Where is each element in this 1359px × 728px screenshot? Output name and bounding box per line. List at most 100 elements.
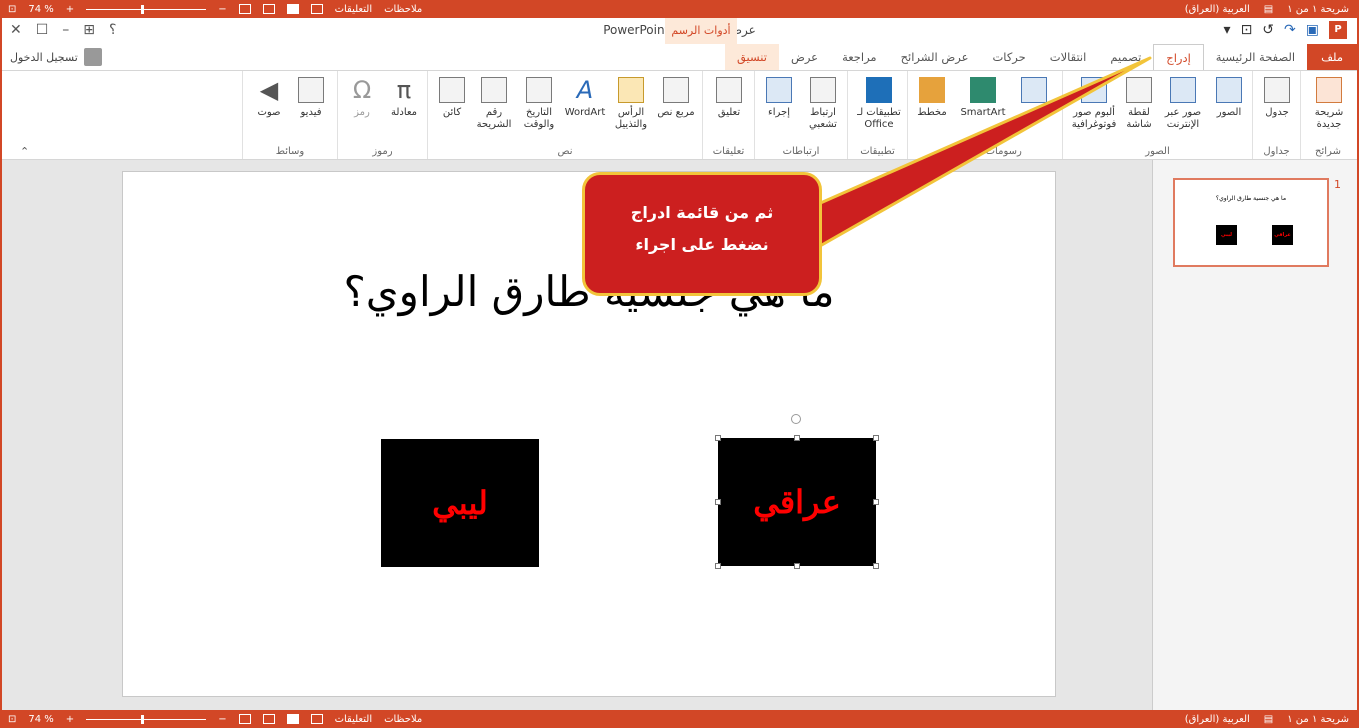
rotate-handle[interactable] bbox=[791, 414, 801, 424]
zoom-level[interactable]: 74 % bbox=[28, 714, 53, 725]
shapes-icon bbox=[1021, 77, 1047, 103]
tab-slideshow[interactable]: عرض الشرائح bbox=[889, 44, 981, 70]
zoom-slider[interactable] bbox=[86, 714, 207, 724]
collapse-ribbon-icon[interactable]: ⌃ bbox=[20, 145, 29, 158]
hyperlink-icon bbox=[810, 77, 836, 103]
zoom-out-icon[interactable]: − bbox=[218, 4, 226, 15]
resize-handle[interactable] bbox=[873, 563, 879, 569]
normal-view-icon[interactable] bbox=[310, 714, 323, 724]
video-icon bbox=[298, 77, 324, 103]
save-icon[interactable]: ▣ bbox=[1306, 22, 1319, 38]
fit-slide-icon[interactable]: ⊡ bbox=[8, 714, 16, 725]
office-store-icon bbox=[866, 77, 892, 103]
fit-slide-icon[interactable]: ⊡ bbox=[8, 4, 16, 15]
answer-box-libyan[interactable]: ليبي bbox=[381, 439, 539, 567]
slide-counter: شريحة ١ من ١ bbox=[1287, 713, 1349, 725]
symbol-button[interactable]: Ω رمز bbox=[342, 77, 382, 119]
tab-file[interactable]: ملف bbox=[1307, 44, 1357, 70]
tab-animations[interactable]: حركات bbox=[980, 44, 1037, 70]
zoom-level[interactable]: 74 % bbox=[28, 4, 53, 15]
video-button[interactable]: فيديو bbox=[291, 77, 331, 119]
group-text: مربع نص الرأس والتذييل A WordArt التاريخ… bbox=[427, 71, 702, 159]
apps-for-office-button[interactable]: تطبيقات لـ Office bbox=[854, 77, 904, 131]
table-button[interactable]: جدول bbox=[1257, 77, 1297, 119]
slideshow-view-icon[interactable] bbox=[238, 4, 251, 14]
chart-button[interactable]: مخطط bbox=[912, 77, 952, 119]
sorter-view-icon[interactable] bbox=[286, 4, 299, 14]
tab-view[interactable]: عرض bbox=[779, 44, 830, 70]
spellcheck-icon[interactable]: ▤ bbox=[1264, 714, 1273, 725]
comments-button[interactable]: التعليقات bbox=[335, 714, 373, 725]
resize-handle[interactable] bbox=[873, 435, 879, 441]
pictures-icon bbox=[1216, 77, 1242, 103]
slideshow-view-icon[interactable] bbox=[238, 714, 251, 724]
comment-button[interactable]: تعليق bbox=[709, 77, 749, 119]
undo-icon[interactable]: ↺ bbox=[1262, 22, 1274, 38]
audio-button[interactable]: ◀ صوت bbox=[249, 77, 289, 119]
language-indicator[interactable]: العربية (العراق) bbox=[1185, 714, 1250, 725]
resize-handle[interactable] bbox=[794, 435, 800, 441]
wordart-button[interactable]: A WordArt bbox=[562, 77, 608, 119]
slide-thumbnail[interactable]: ما هي جنسية طارق الراوي؟ ليبي عراقي bbox=[1173, 178, 1329, 267]
photo-album-button[interactable]: ألبوم صور فوتوغرافية bbox=[1069, 77, 1119, 131]
header-footer-button[interactable]: الرأس والتذييل bbox=[608, 77, 654, 131]
zoom-out-icon[interactable]: − bbox=[218, 714, 226, 725]
resize-handle[interactable] bbox=[794, 563, 800, 569]
spellcheck-icon[interactable]: ▤ bbox=[1264, 4, 1273, 15]
notes-button[interactable]: ملاحظات bbox=[384, 714, 422, 725]
omega-icon: Ω bbox=[352, 76, 372, 104]
zoom-in-icon[interactable]: + bbox=[66, 714, 74, 725]
reading-view-icon[interactable] bbox=[262, 714, 275, 724]
answer-box-iraqi[interactable]: عراقي bbox=[718, 438, 876, 566]
new-slide-button[interactable]: شريحة جديدة bbox=[1309, 77, 1349, 131]
normal-view-icon[interactable] bbox=[310, 4, 323, 14]
action-button[interactable]: إجراء bbox=[759, 77, 799, 119]
customize-qat-icon[interactable]: ▾ bbox=[1224, 22, 1231, 38]
callout-line-2: نضغط على اجراء bbox=[635, 235, 769, 254]
resize-handle[interactable] bbox=[873, 499, 879, 505]
wordart-icon: A bbox=[576, 76, 594, 104]
date-time-button[interactable]: التاريخ والوقت bbox=[516, 77, 562, 131]
online-pictures-button[interactable]: صور عبر الإنترنت bbox=[1163, 77, 1203, 131]
online-pictures-icon bbox=[1170, 77, 1196, 103]
new-slide-icon bbox=[1316, 77, 1342, 103]
resize-handle[interactable] bbox=[715, 499, 721, 505]
object-button[interactable]: كائن bbox=[432, 77, 472, 119]
pictures-button[interactable]: الصور bbox=[1209, 77, 1249, 119]
tab-insert[interactable]: إدراج bbox=[1153, 44, 1204, 70]
powerpoint-logo-icon: P bbox=[1329, 21, 1347, 39]
sign-in-link[interactable]: تسجيل الدخول bbox=[10, 48, 102, 66]
resize-handle[interactable] bbox=[715, 563, 721, 569]
screenshot-button[interactable]: لقطة شاشة bbox=[1119, 77, 1159, 131]
group-comments: تعليق تعليقات bbox=[702, 71, 754, 159]
zoom-slider[interactable] bbox=[86, 4, 207, 14]
resize-handle[interactable] bbox=[715, 435, 721, 441]
tab-format[interactable]: تنسيق bbox=[724, 44, 779, 70]
group-media: فيديو ◀ صوت وسائط bbox=[242, 71, 337, 159]
reading-view-icon[interactable] bbox=[262, 4, 275, 14]
tab-home[interactable]: الصفحة الرئيسية bbox=[1204, 44, 1307, 70]
equation-button[interactable]: π معادلة bbox=[384, 77, 424, 119]
tab-review[interactable]: مراجعة bbox=[830, 44, 889, 70]
comments-button[interactable]: التعليقات bbox=[335, 4, 373, 15]
status-bar-top: ⊡ 74 % + − التعليقات ملاحظات شريحة ١ من … bbox=[0, 0, 1359, 18]
header-footer-icon bbox=[618, 77, 644, 103]
ribbon-insert: شريحة جديدة شرائح جدول جداول الصور صور ع… bbox=[2, 70, 1357, 160]
thumbnail-title: ما هي جنسية طارق الراوي؟ bbox=[1215, 195, 1287, 202]
smartart-button[interactable]: SmartArt bbox=[954, 77, 1012, 119]
redo-icon[interactable]: ↷ bbox=[1284, 22, 1296, 38]
start-slideshow-icon[interactable]: ⊡ bbox=[1241, 22, 1253, 38]
notes-button[interactable]: ملاحظات bbox=[384, 4, 422, 15]
slide-number-button[interactable]: رقم الشريحة bbox=[474, 77, 514, 131]
zoom-in-icon[interactable]: + bbox=[66, 4, 74, 15]
text-box-button[interactable]: مربع نص bbox=[656, 77, 696, 119]
shapes-button[interactable] bbox=[1014, 77, 1054, 107]
speaker-icon: ◀ bbox=[259, 76, 279, 104]
sorter-view-icon[interactable] bbox=[286, 714, 299, 724]
tab-design[interactable]: تصميم bbox=[1098, 44, 1153, 70]
hyperlink-button[interactable]: ارتباط تشعبي bbox=[803, 77, 843, 131]
tab-transitions[interactable]: انتقالات bbox=[1038, 44, 1099, 70]
quick-access-toolbar: ▾ ⊡ ↺ ↷ ▣ P bbox=[1224, 21, 1347, 39]
group-images: الصور صور عبر الإنترنت لقطة شاشة ألبوم ص… bbox=[1062, 71, 1252, 159]
language-indicator[interactable]: العربية (العراق) bbox=[1185, 4, 1250, 15]
